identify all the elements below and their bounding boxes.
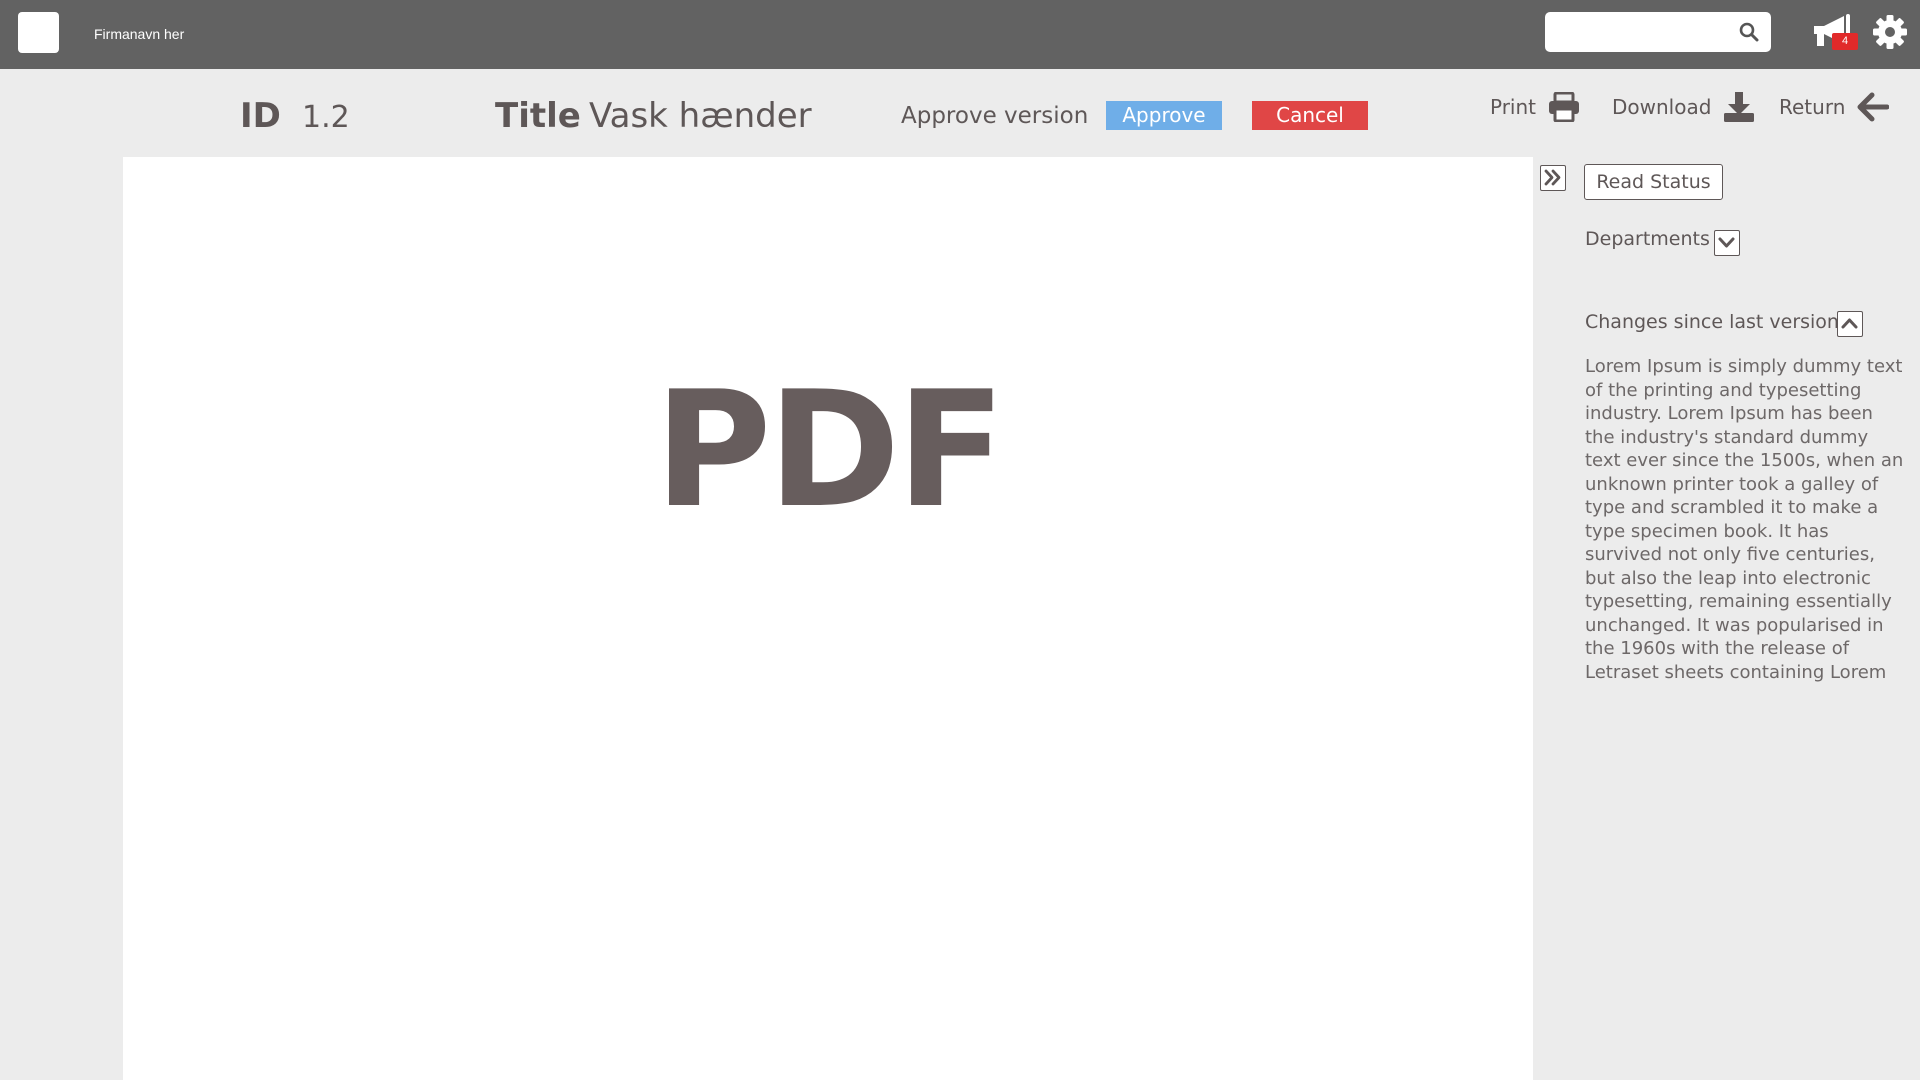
search-icon[interactable] (1739, 22, 1759, 42)
changes-text: Lorem Ipsum is simply dummy text of the … (1585, 356, 1904, 683)
return-label: Return (1779, 95, 1846, 119)
departments-toggle[interactable] (1714, 230, 1740, 256)
company-logo[interactable] (18, 12, 59, 53)
collapse-panel-button[interactable] (1540, 165, 1566, 191)
departments-label: Departments (1585, 228, 1710, 250)
search-input[interactable] (1555, 20, 1725, 44)
print-label: Print (1490, 95, 1537, 119)
gear-icon[interactable] (1872, 14, 1908, 50)
title-label: Title (495, 96, 581, 136)
id-label: ID (240, 96, 281, 136)
top-bar: Firmanavn her 4 (0, 0, 1920, 69)
changes-toggle[interactable] (1837, 311, 1863, 337)
download-icon (1724, 92, 1755, 122)
id-value: 1.2 (302, 100, 350, 135)
cancel-button[interactable]: Cancel (1252, 101, 1368, 130)
return-action[interactable]: Return (1779, 90, 1890, 124)
double-chevron-right-icon (1544, 169, 1561, 186)
read-status-button[interactable]: Read Status (1584, 164, 1723, 200)
arrow-left-icon (1857, 92, 1890, 122)
approve-button[interactable]: Approve (1106, 101, 1222, 130)
download-label: Download (1612, 95, 1712, 119)
search-box[interactable] (1545, 12, 1771, 52)
pdf-placeholder: PDF (654, 356, 1005, 543)
title-value: Vask hænder (589, 96, 812, 136)
chevron-down-icon (1718, 237, 1735, 248)
chevron-up-icon (1841, 318, 1858, 329)
download-action[interactable]: Download (1612, 90, 1755, 124)
changes-label: Changes since last version (1585, 311, 1839, 333)
print-action[interactable]: Print (1490, 90, 1580, 124)
printer-icon (1549, 92, 1580, 122)
pdf-viewer[interactable]: PDF (123, 157, 1533, 1080)
notification-badge: 4 (1832, 33, 1858, 50)
company-name: Firmanavn her (94, 26, 185, 42)
approve-version-label: Approve version (901, 103, 1089, 129)
